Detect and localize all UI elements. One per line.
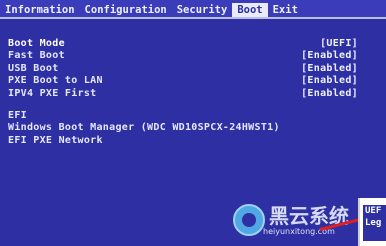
efi-header-row: EFI <box>8 110 378 122</box>
ipv4-pxe-row[interactable]: IPV4 PXE First [Enabled] <box>8 88 378 100</box>
efi-boot-entry[interactable]: Windows Boot Manager (WDC WD10SPCX-24HWS… <box>8 122 378 134</box>
boot-mode-options-popup[interactable]: UEF Leg <box>363 205 386 241</box>
boot-mode-label: Boot Mode <box>8 38 65 49</box>
watermark-logo-icon <box>233 204 265 236</box>
usb-boot-row[interactable]: USB Boot [Enabled] <box>8 63 378 75</box>
windows-boot-manager-label: Windows Boot Manager (WDC WD10SPCX-24HWS… <box>8 122 280 134</box>
tab-configuration[interactable]: Configuration <box>80 3 172 17</box>
fast-boot-row[interactable]: Fast Boot [Enabled] <box>8 50 378 62</box>
efi-boot-entry[interactable]: EFI PXE Network <box>8 135 378 147</box>
tab-security[interactable]: Security <box>172 3 233 17</box>
tab-information[interactable]: Information <box>0 3 80 17</box>
pxe-boot-row[interactable]: PXE Boot to LAN [Enabled] <box>8 75 378 87</box>
boot-mode-value[interactable]: [UEFI] <box>320 38 358 50</box>
efi-header: EFI <box>8 109 27 121</box>
boot-settings-panel: Boot Mode [UEFI] Fast Boot [Enabled] USB… <box>8 38 378 188</box>
ipv4-pxe-label: IPV4 PXE First <box>8 87 97 99</box>
fast-boot-label: Fast Boot <box>8 50 65 62</box>
usb-boot-label: USB Boot <box>8 62 59 74</box>
popup-option-legacy[interactable]: Leg <box>365 217 386 229</box>
efi-pxe-network-label: EFI PXE Network <box>8 134 103 146</box>
watermark: 黑云系统 heiyunxitong.com <box>225 196 360 246</box>
popup-option-uefi[interactable]: UEF <box>365 205 386 217</box>
usb-boot-value[interactable]: [Enabled] <box>301 63 358 75</box>
bios-menu-bar: Information Configuration Security Boot … <box>0 0 386 19</box>
fast-boot-value[interactable]: [Enabled] <box>301 50 358 62</box>
boot-mode-row[interactable]: Boot Mode [UEFI] <box>8 38 378 50</box>
pxe-boot-value[interactable]: [Enabled] <box>301 75 358 87</box>
pxe-boot-label: PXE Boot to LAN <box>8 75 103 87</box>
tab-boot[interactable]: Boot <box>232 2 268 17</box>
tab-exit[interactable]: Exit <box>268 3 303 17</box>
ipv4-pxe-value[interactable]: [Enabled] <box>301 88 358 100</box>
